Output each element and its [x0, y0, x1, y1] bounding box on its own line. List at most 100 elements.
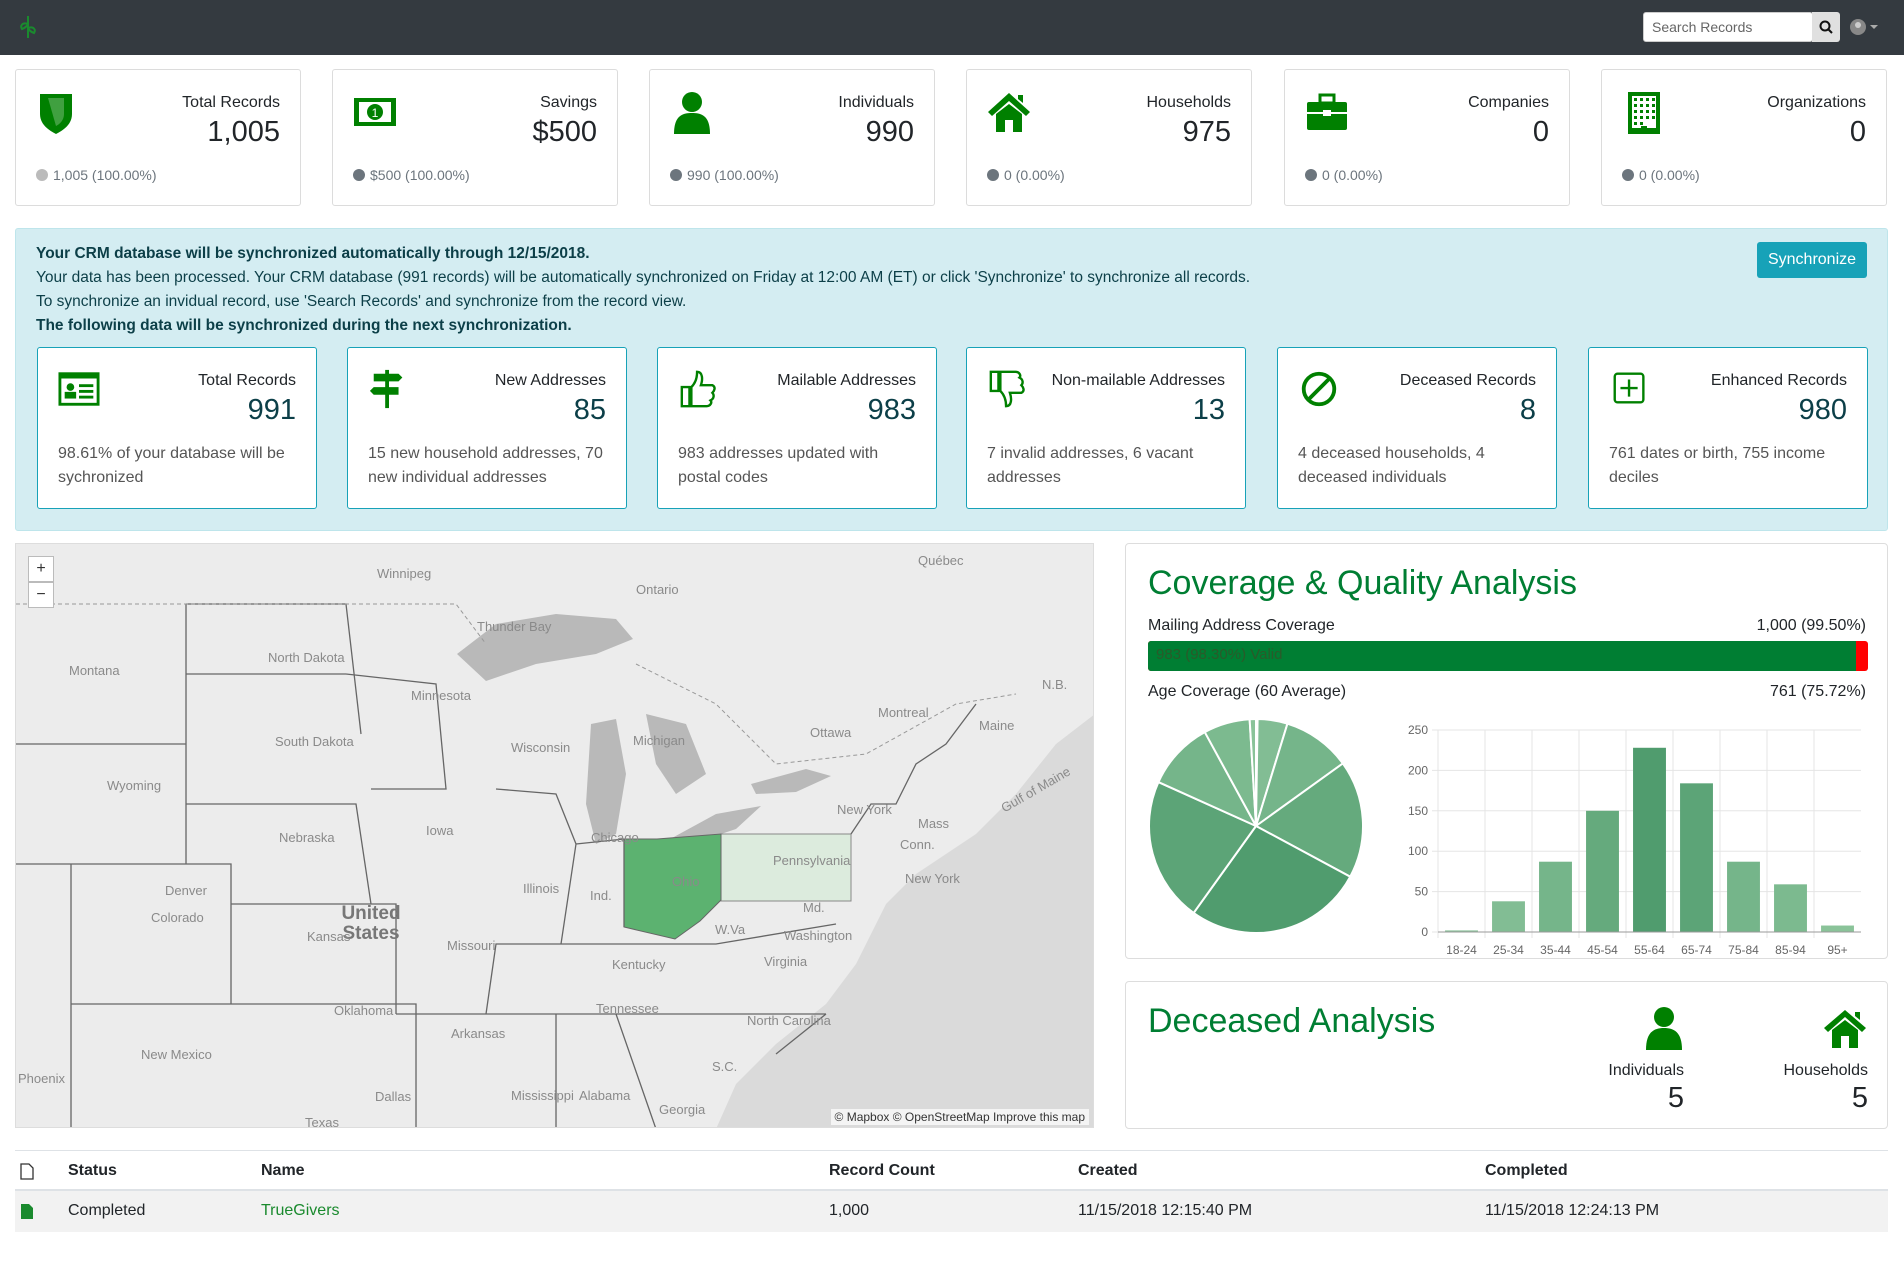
- shield-icon: [40, 94, 72, 134]
- x-tick-label: 85-94: [1775, 943, 1806, 954]
- stat-value: $500: [532, 116, 597, 148]
- map-label: Pennsylvania: [773, 853, 851, 868]
- bar-55-64[interactable]: [1633, 747, 1666, 932]
- x-tick-label: 45-54: [1587, 943, 1618, 954]
- map-label: Maine: [979, 718, 1015, 733]
- sync-card-label: Non-mailable Addresses: [1051, 372, 1225, 389]
- header-record-count[interactable]: Record Count: [829, 1162, 935, 1180]
- bar-75-84[interactable]: [1727, 861, 1760, 932]
- map-label: North Carolina: [747, 1013, 831, 1028]
- sync-card-non-mailable-addresses[interactable]: Non-mailable Addresses 13 7 invalid addr…: [966, 347, 1246, 509]
- map-label: Wyoming: [107, 778, 162, 793]
- sync-card-new-addresses[interactable]: New Addresses 85 15 new household addres…: [347, 347, 627, 509]
- bar-95+[interactable]: [1821, 925, 1854, 932]
- x-tick-label: 55-64: [1634, 943, 1665, 954]
- synchronize-button[interactable]: Synchronize: [1757, 242, 1867, 278]
- map-label: Thunder Bay: [477, 619, 552, 634]
- name-link[interactable]: TrueGivers: [261, 1202, 340, 1220]
- status-dot-icon: [670, 169, 682, 181]
- sync-alert: Your CRM database will be synchronized a…: [15, 228, 1888, 531]
- sync-card-label: Deceased Records: [1399, 372, 1536, 389]
- stat-card-households[interactable]: Households 975 0 (0.00%): [966, 69, 1252, 206]
- deceased-households-label: Households: [1783, 1062, 1869, 1079]
- bar-35-44[interactable]: [1539, 861, 1572, 932]
- lake-ontario: [751, 769, 831, 794]
- map-label: Québec: [918, 553, 964, 568]
- coverage-panel: Coverage & Quality Analysis Mailing Addr…: [1125, 543, 1888, 959]
- y-tick-label: 100: [1408, 844, 1428, 858]
- user-icon: [674, 92, 710, 134]
- stat-card-companies[interactable]: Companies 0 0 (0.00%): [1284, 69, 1570, 206]
- map-label: Minnesota: [411, 688, 471, 703]
- bar-25-34[interactable]: [1492, 901, 1525, 932]
- header-created[interactable]: Created: [1078, 1162, 1138, 1180]
- y-tick-label: 50: [1415, 885, 1429, 899]
- map-label: Md.: [803, 900, 825, 915]
- header-status[interactable]: Status: [68, 1162, 117, 1180]
- map-label: New York: [837, 802, 892, 817]
- map-label: Alabama: [579, 1088, 631, 1103]
- x-tick-label: 95+: [1827, 943, 1847, 954]
- map[interactable]: + − Winnipeg Ontario Québec Thunder Bay Nort…: [15, 543, 1094, 1128]
- sync-card-total-records[interactable]: Total Records 991 98.61% of your databas…: [37, 347, 317, 509]
- map-label: Denver: [165, 883, 207, 898]
- stat-footer: 990 (100.00%): [670, 167, 779, 183]
- header-name[interactable]: Name: [261, 1162, 305, 1180]
- map-label: Iowa: [426, 823, 454, 838]
- stat-footer: $500 (100.00%): [353, 167, 470, 183]
- valid-fill: 983 (98.30%) Valid: [1148, 641, 1856, 671]
- sync-card-mailable-addresses[interactable]: Mailable Addresses 983 983 addresses upd…: [657, 347, 937, 509]
- y-tick-label: 250: [1408, 723, 1428, 737]
- search-input[interactable]: Search Records: [1643, 12, 1813, 42]
- sync-card-value: 980: [1798, 394, 1847, 426]
- ocean: [716, 715, 1093, 1127]
- stat-footer-text: 1,005 (100.00%): [53, 167, 157, 183]
- map-label: Dallas: [375, 1089, 412, 1104]
- map-label: Arkansas: [451, 1026, 506, 1041]
- sync-card-enhanced-records[interactable]: Enhanced Records 980 761 dates or birth,…: [1588, 347, 1868, 509]
- logo-leaf-icon[interactable]: [16, 14, 40, 40]
- stat-card-organizations[interactable]: Organizations 0 0 (0.00%): [1601, 69, 1887, 206]
- age-value: 761 (75.72%): [1769, 683, 1866, 700]
- map-label: Texas: [305, 1115, 339, 1128]
- y-tick-label: 200: [1408, 763, 1428, 777]
- user-menu-icon[interactable]: [1848, 16, 1880, 38]
- table-row[interactable]: Completed TrueGivers 1,000 11/15/2018 12…: [15, 1191, 1888, 1232]
- zoom-out-button[interactable]: −: [28, 582, 54, 608]
- sync-card-value: 983: [867, 394, 916, 426]
- coverage-title: Coverage & Quality Analysis: [1148, 564, 1577, 602]
- table-header: Status Name Record Count Created Complet…: [15, 1150, 1888, 1191]
- stat-card-savings[interactable]: 1 Savings $500 $500 (100.00%): [332, 69, 618, 206]
- home-icon: [1824, 1010, 1866, 1048]
- header-completed[interactable]: Completed: [1485, 1162, 1568, 1180]
- zoom-in-button[interactable]: +: [28, 556, 54, 582]
- stat-label: Organizations: [1767, 94, 1866, 111]
- svg-text:1: 1: [372, 106, 379, 120]
- sync-card-deceased-records[interactable]: Deceased Records 8 4 deceased households…: [1277, 347, 1557, 509]
- map-label: Montreal: [878, 705, 929, 720]
- map-label: Mass: [918, 816, 950, 831]
- map-label: Kansas: [307, 929, 351, 944]
- map-label: W.Va: [715, 922, 746, 937]
- bar-65-74[interactable]: [1680, 783, 1713, 932]
- map-label: Montana: [69, 663, 120, 678]
- search-button[interactable]: [1812, 12, 1840, 42]
- stat-value: 990: [865, 116, 914, 148]
- stat-label: Individuals: [838, 94, 914, 111]
- plus-square-icon: [1613, 372, 1645, 404]
- stat-card-total-records[interactable]: Total Records 1,005 1,005 (100.00%): [15, 69, 301, 206]
- bar-45-54[interactable]: [1586, 810, 1619, 932]
- map-label: Tennessee: [596, 1001, 659, 1016]
- map-label: Conn.: [900, 837, 935, 852]
- bar-85-94[interactable]: [1774, 884, 1807, 932]
- sync-card-description: 15 new household addresses, 70 new indiv…: [368, 445, 603, 486]
- map-attribution[interactable]: © Mapbox © OpenStreetMap Improve this ma…: [830, 1109, 1089, 1125]
- map-label: Nebraska: [279, 830, 335, 845]
- stat-card-individuals[interactable]: Individuals 990 990 (100.00%): [649, 69, 935, 206]
- record-count-cell: 1,000: [829, 1202, 870, 1219]
- y-tick-label: 150: [1408, 804, 1428, 818]
- status-dot-icon: [1305, 169, 1317, 181]
- map-label: New Mexico: [141, 1047, 212, 1062]
- status-dot-icon: [987, 169, 999, 181]
- x-tick-label: 25-34: [1493, 943, 1524, 954]
